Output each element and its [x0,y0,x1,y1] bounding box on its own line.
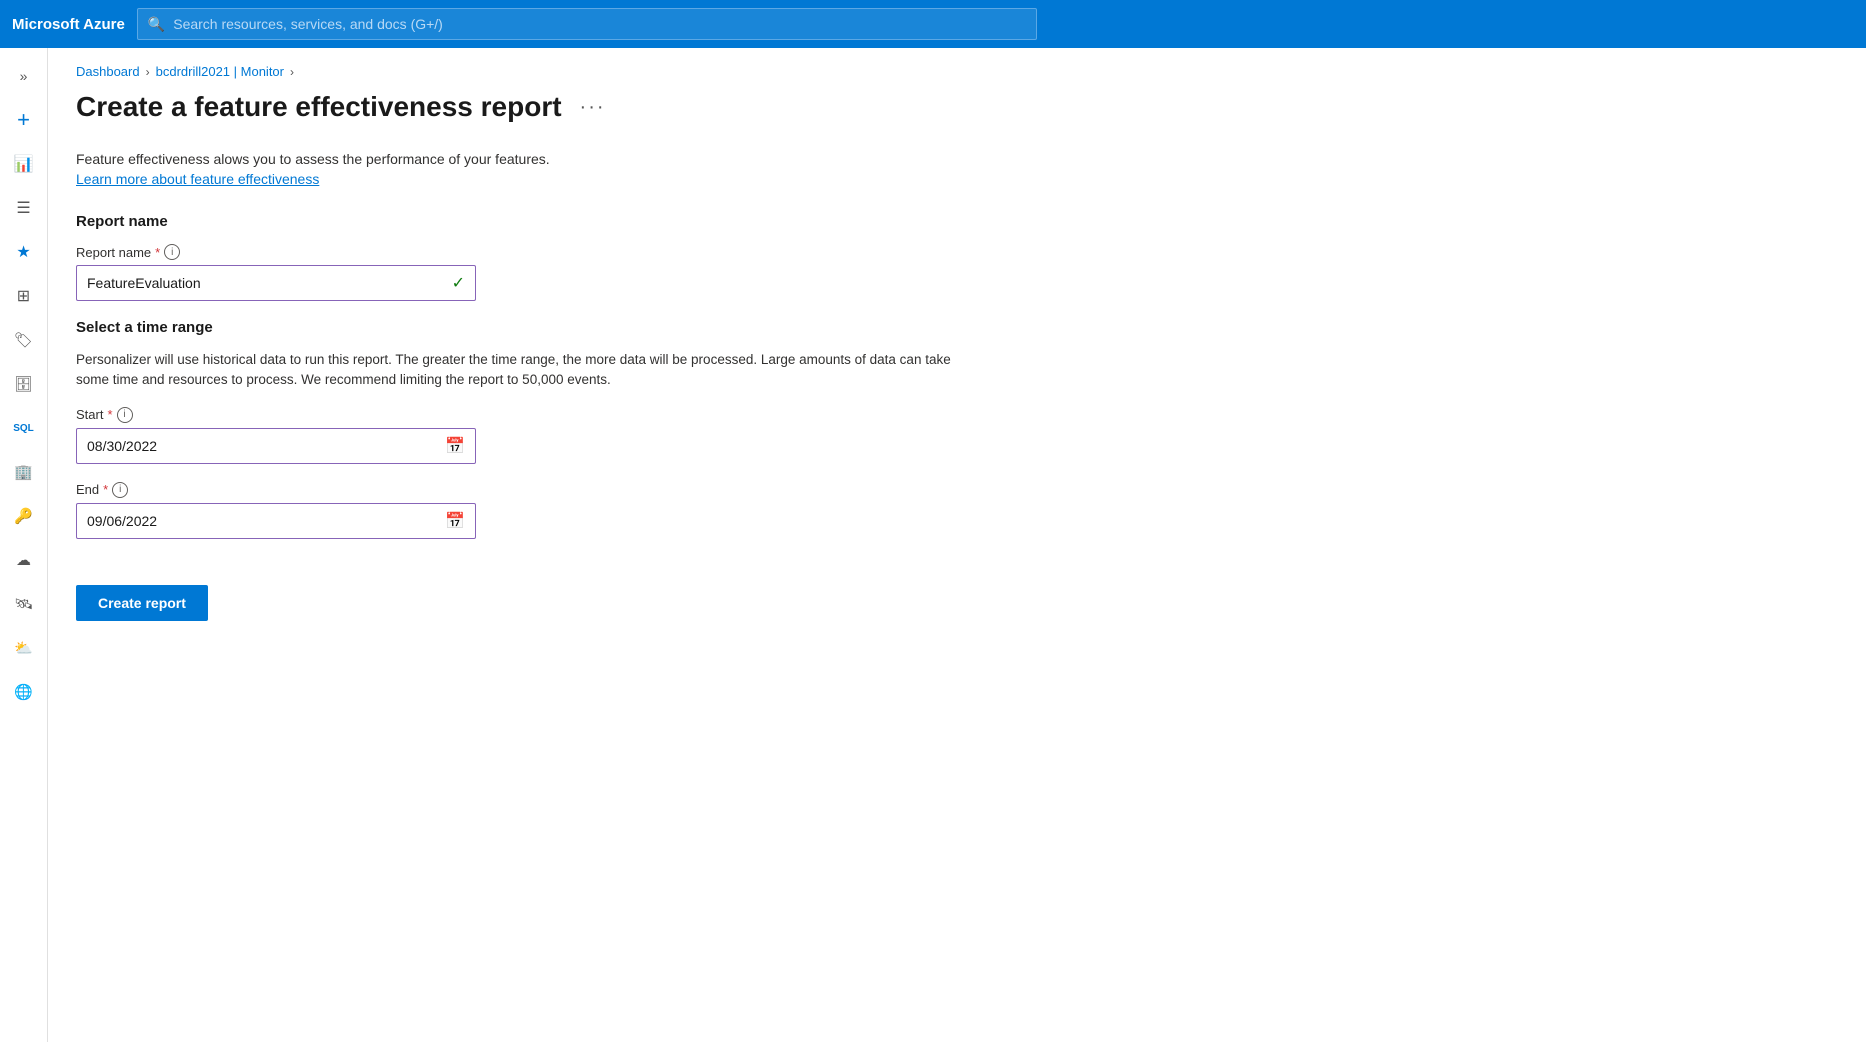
breadcrumb: Dashboard › bcdrdrill2021 | Monitor › [76,64,1838,79]
end-date-field-group: End * i 📅 [76,482,1838,539]
more-menu-button[interactable]: ··· [574,94,612,121]
end-calendar-icon[interactable]: 📅 [445,511,465,531]
end-info-icon[interactable]: i [112,482,128,498]
breadcrumb-dashboard[interactable]: Dashboard [76,64,140,79]
sidebar-item-chart[interactable]: 📊 [4,144,44,184]
breadcrumb-sep-1: › [146,65,150,79]
collapse-icon: » [20,68,28,84]
report-name-field-group: Report name * i ✓ [76,244,1838,301]
report-name-info-icon[interactable]: i [164,244,180,260]
end-label-row: End * i [76,482,1838,498]
search-input[interactable] [173,16,1026,32]
sidebar-item-add[interactable]: + [4,100,44,140]
start-info-icon[interactable]: i [117,407,133,423]
start-label: Start [76,407,103,422]
sql-icon: SQL [13,423,34,434]
search-icon: 🔍 [148,16,165,33]
page-title-row: Create a feature effectiveness report ··… [76,91,1838,123]
sidebar-item-key[interactable]: 🔑 [4,496,44,536]
database-icon: 🗄 [14,375,33,393]
cloud3-icon: 🌐 [14,683,33,701]
sidebar-item-satellite[interactable]: 🛰 [4,584,44,624]
page-title: Create a feature effectiveness report [76,91,562,123]
start-label-row: Start * i [76,407,1838,423]
sidebar-item-building[interactable]: 🏢 [4,452,44,492]
sidebar-item-tag[interactable]: 🏷 [4,320,44,360]
report-name-input[interactable] [87,275,446,291]
end-required: * [103,482,108,497]
sidebar-item-cloud2[interactable]: ⛅ [4,628,44,668]
topbar: Microsoft Azure 🔍 [0,0,1866,48]
tag-icon: 🏷 [14,331,33,349]
learn-more-link[interactable]: Learn more about feature effectiveness [76,171,319,187]
report-name-input-container: ✓ [76,265,476,301]
favorites-icon: ★ [16,242,30,262]
start-date-input[interactable] [87,438,439,454]
main-content: Dashboard › bcdrdrill2021 | Monitor › Cr… [48,48,1866,1042]
sidebar-item-cloud3[interactable]: 🌐 [4,672,44,712]
satellite-icon: 🛰 [14,595,33,613]
sidebar-item-database[interactable]: 🗄 [4,364,44,404]
start-date-input-container: 📅 [76,428,476,464]
time-range-description: Personalizer will use historical data to… [76,350,976,391]
end-date-input-container: 📅 [76,503,476,539]
list-icon: ☰ [16,198,30,218]
grid-icon: ⊞ [17,286,30,306]
create-report-button[interactable]: Create report [76,585,208,621]
end-date-input[interactable] [87,513,439,529]
sidebar-item-grid[interactable]: ⊞ [4,276,44,316]
add-icon: + [17,107,30,133]
report-name-label-row: Report name * i [76,244,1838,260]
sidebar-item-list[interactable]: ☰ [4,188,44,228]
sidebar: » + 📊 ☰ ★ ⊞ 🏷 🗄 SQL 🏢 🔑 [0,48,48,1042]
breadcrumb-sep-2: › [290,65,294,79]
search-box[interactable]: 🔍 [137,8,1037,40]
layout: » + 📊 ☰ ★ ⊞ 🏷 🗄 SQL 🏢 🔑 [0,48,1866,1042]
sidebar-item-collapse[interactable]: » [4,56,44,96]
report-name-checkmark: ✓ [452,273,465,293]
start-required: * [107,407,112,422]
report-name-label: Report name [76,245,151,260]
building-icon: 🏢 [14,463,33,481]
report-name-required: * [155,245,160,260]
cloud2-icon: ⛅ [14,639,33,657]
sidebar-item-favorites[interactable]: ★ [4,232,44,272]
page-description: Feature effectiveness alows you to asses… [76,151,1838,167]
time-range-section-title: Select a time range [76,319,1838,336]
start-date-field-group: Start * i 📅 [76,407,1838,464]
breadcrumb-monitor[interactable]: bcdrdrill2021 | Monitor [156,64,284,79]
start-calendar-icon[interactable]: 📅 [445,436,465,456]
chart-icon: 📊 [14,154,34,174]
sidebar-item-cloud1[interactable]: ☁ [4,540,44,580]
cloud1-icon: ☁ [16,551,31,569]
brand-name: Microsoft Azure [12,16,125,33]
sidebar-item-sql[interactable]: SQL [4,408,44,448]
end-label: End [76,482,99,497]
report-name-section-title: Report name [76,213,1838,230]
key-icon: 🔑 [14,507,33,525]
